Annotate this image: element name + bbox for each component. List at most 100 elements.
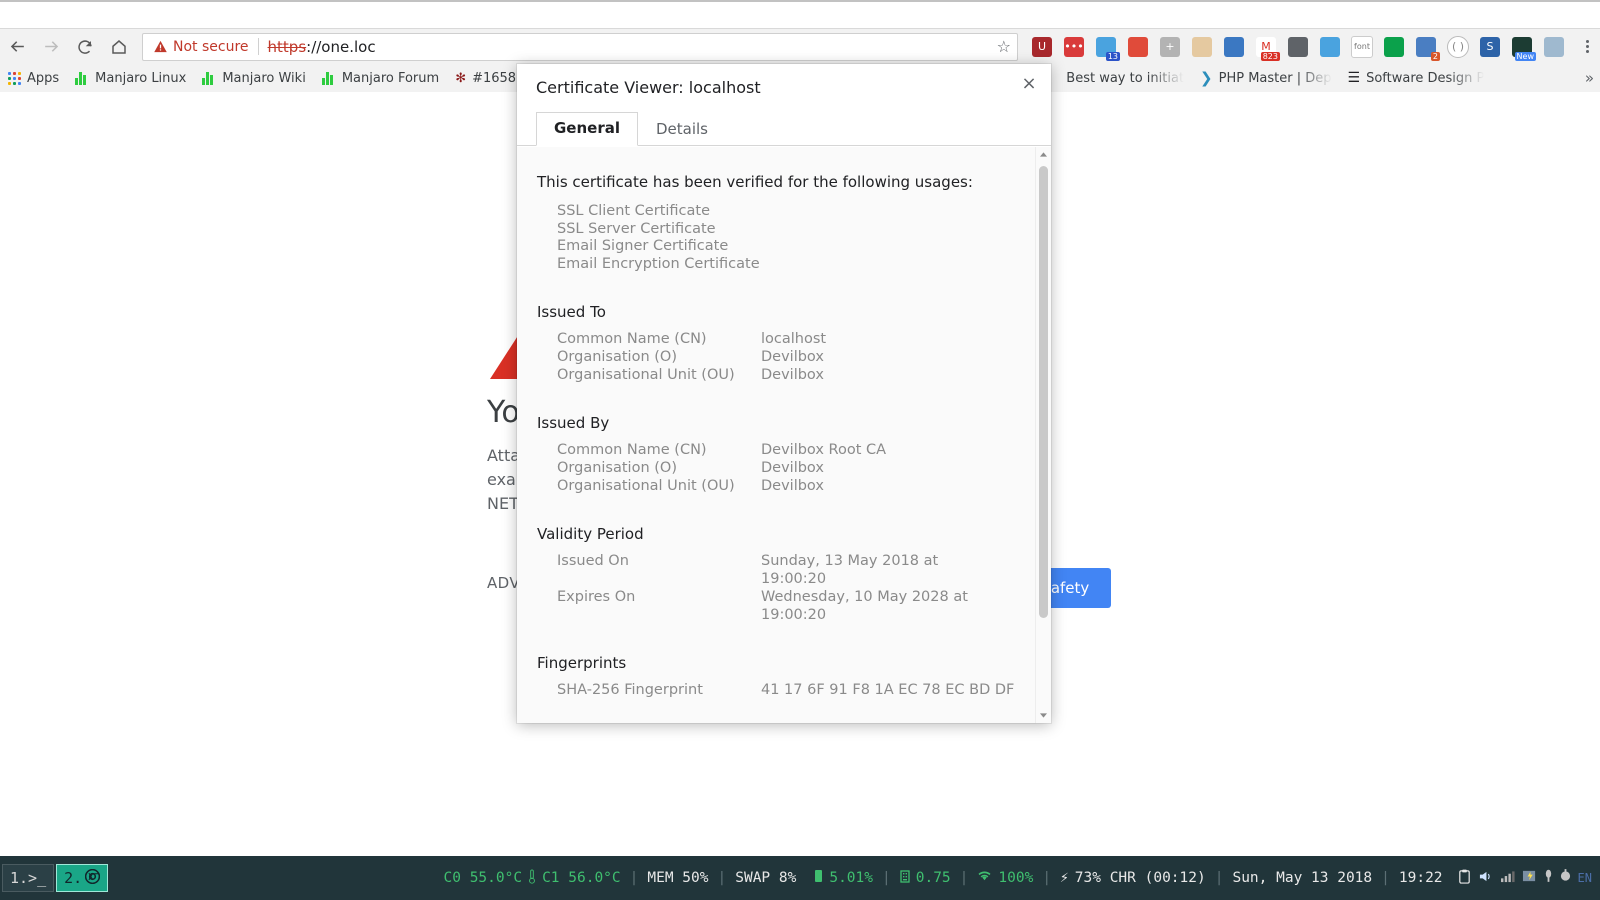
scrollbar-thumb[interactable] xyxy=(1039,166,1048,618)
section-title-validity: Validity Period xyxy=(537,525,644,543)
bookmark-software-design[interactable]: ☰ Software Design P xyxy=(1340,64,1493,92)
field-row: Organisational Unit (OU) Devilbox xyxy=(557,366,1036,384)
field-value: Devilbox xyxy=(761,460,824,476)
bookmark-manjaro-forum[interactable]: Manjaro Forum xyxy=(314,64,447,92)
status-separator: | xyxy=(959,870,969,886)
manjaro-icon xyxy=(321,71,336,85)
network-tray-icon[interactable] xyxy=(1500,870,1515,887)
printer-tray-icon[interactable] xyxy=(1560,869,1571,887)
field-key: Common Name (CN) xyxy=(557,331,707,347)
extension-badge: 13 xyxy=(1105,51,1120,61)
manjaro-icon xyxy=(202,71,216,85)
load-average: 0.75 xyxy=(915,870,951,886)
icon-glyph xyxy=(1320,36,1340,57)
design-icon: ☰ xyxy=(1347,70,1361,86)
field-value: Devilbox xyxy=(761,367,824,383)
address-bar[interactable]: Not secure https://one.loc ☆ xyxy=(142,32,1018,61)
dialog-tabs: General Details xyxy=(517,110,1051,146)
security-status-chip[interactable]: Not secure xyxy=(149,39,249,55)
bookmark-manjaro-wiki[interactable]: Manjaro Wiki xyxy=(194,64,313,92)
add-extension-icon[interactable]: + xyxy=(1155,32,1185,62)
field-value: Sunday, 13 May 2018 at 19:00:20 xyxy=(761,553,939,587)
close-icon[interactable]: × xyxy=(1015,70,1043,98)
field-row: Organisational Unit (OU) Devilbox xyxy=(557,477,1036,495)
browser-toolbar: Not secure https://one.loc ☆ U ••• 13 + M 823… xyxy=(0,29,1600,64)
wifi-signal: 100% xyxy=(998,870,1034,886)
volume-tray-icon[interactable] xyxy=(1478,870,1493,887)
speedtest-icon[interactable]: New xyxy=(1507,32,1537,62)
clock-display: 19:22 xyxy=(1398,870,1443,886)
cpu-temp-group: C0 55.0°C C1 56.0°C xyxy=(435,868,630,888)
reload-icon[interactable] xyxy=(68,30,102,64)
cloud-extension-icon[interactable] xyxy=(1539,32,1569,62)
taskbar-item-label: 1.>_ xyxy=(10,869,47,887)
chrome-menu-icon[interactable] xyxy=(1574,30,1600,64)
scroll-down-icon[interactable] xyxy=(1036,708,1051,723)
warning-triangle-icon xyxy=(154,40,167,53)
field-key: Organisation (O) xyxy=(557,349,677,365)
status-separator: | xyxy=(882,870,891,886)
extension-badge: New xyxy=(1514,51,1536,61)
icon-glyph: ( ) xyxy=(1447,35,1469,58)
window-extension-icon[interactable] xyxy=(1219,32,1249,62)
browser-window: Not secure https://one.loc ☆ U ••• 13 + M 823… xyxy=(0,0,1600,858)
trac-icon: ✻ xyxy=(455,70,467,86)
clipboard-tray-icon[interactable] xyxy=(1458,869,1471,888)
cpu1-temp: C1 56.0°C xyxy=(542,870,621,886)
url-text[interactable]: https://one.loc xyxy=(268,38,376,56)
adblock-icon[interactable]: ••• xyxy=(1059,32,1089,62)
home-icon[interactable] xyxy=(102,30,136,64)
tab-details[interactable]: Details xyxy=(638,113,726,146)
image-extension-icon[interactable] xyxy=(1315,32,1345,62)
keyboard-language-indicator[interactable]: EN xyxy=(1578,871,1592,885)
gear-extension-icon[interactable] xyxy=(1283,32,1313,62)
wand-extension-icon[interactable] xyxy=(1123,32,1153,62)
parens-extension-icon[interactable]: ( ) xyxy=(1443,32,1473,62)
gmail-icon[interactable]: M 823 xyxy=(1251,32,1281,62)
icon-glyph xyxy=(1288,36,1308,57)
disk-icon xyxy=(814,869,823,887)
ghostery-icon[interactable]: 13 xyxy=(1091,32,1121,62)
date-display: Sun, May 13 2018 xyxy=(1232,870,1373,886)
taskbar-item-terminal[interactable]: 1.>_ xyxy=(2,864,55,892)
owl-extension-icon[interactable]: 2 xyxy=(1411,32,1441,62)
robot-extension-icon[interactable] xyxy=(1187,32,1217,62)
taskbar-status-area: C0 55.0°C C1 56.0°C | MEM 50% | SWAP 8% … xyxy=(435,868,1600,888)
bookmark-label: Manjaro Linux xyxy=(95,70,187,86)
bolt-icon: ⚡ xyxy=(1060,870,1069,886)
bookmark-label: Apps xyxy=(27,70,60,86)
tab-general[interactable]: General xyxy=(536,112,638,146)
field-key: Organisational Unit (OU) xyxy=(557,367,735,383)
back-arrow-icon[interactable] xyxy=(0,30,34,64)
wifi-icon xyxy=(977,870,992,886)
status-separator: | xyxy=(1214,870,1224,886)
field-value: Wednesday, 10 May 2028 at 19:00:20 xyxy=(761,589,968,623)
bookmark-apps[interactable]: Apps xyxy=(0,64,67,92)
s-extension-icon[interactable]: S xyxy=(1475,32,1505,62)
field-row: Organisation (O) Devilbox xyxy=(557,459,1036,477)
bookmark-manjaro-linux[interactable]: Manjaro Linux xyxy=(67,64,194,92)
icon-glyph xyxy=(1384,36,1404,57)
dialog-body: This certificate has been verified for t… xyxy=(517,146,1051,723)
omnibox-divider xyxy=(257,38,259,55)
browser-titlebar xyxy=(0,2,1600,29)
field-value: Devilbox Root CA xyxy=(761,442,887,458)
dialog-scrollbar[interactable] xyxy=(1035,147,1051,723)
bookmarks-overflow-icon[interactable]: » xyxy=(1585,69,1594,87)
icon-glyph: font xyxy=(1351,35,1373,58)
tampermonkey-icon[interactable] xyxy=(1379,32,1409,62)
section-title-issued-to: Issued To xyxy=(537,303,606,321)
taskbar-item-chrome[interactable]: 2. xyxy=(56,864,109,892)
update-tray-icon[interactable] xyxy=(1522,869,1537,887)
scroll-up-icon[interactable] xyxy=(1036,147,1051,162)
scrollbar-track[interactable] xyxy=(1036,162,1051,708)
bluetooth-tray-icon[interactable] xyxy=(1544,869,1553,887)
ublock-origin-icon[interactable]: U xyxy=(1027,32,1057,62)
font-extension-icon[interactable]: font xyxy=(1347,32,1377,62)
bookmark-star-icon[interactable]: ☆ xyxy=(997,37,1011,56)
bookmark-best-way[interactable]: Best way to initiat xyxy=(1058,64,1192,92)
cpu-icon xyxy=(900,869,910,887)
usage-item: SSL Client Certificate xyxy=(557,203,711,219)
url-scheme: https xyxy=(267,37,307,56)
bookmark-php-master[interactable]: ❯ PHP Master | Dep xyxy=(1192,64,1339,92)
